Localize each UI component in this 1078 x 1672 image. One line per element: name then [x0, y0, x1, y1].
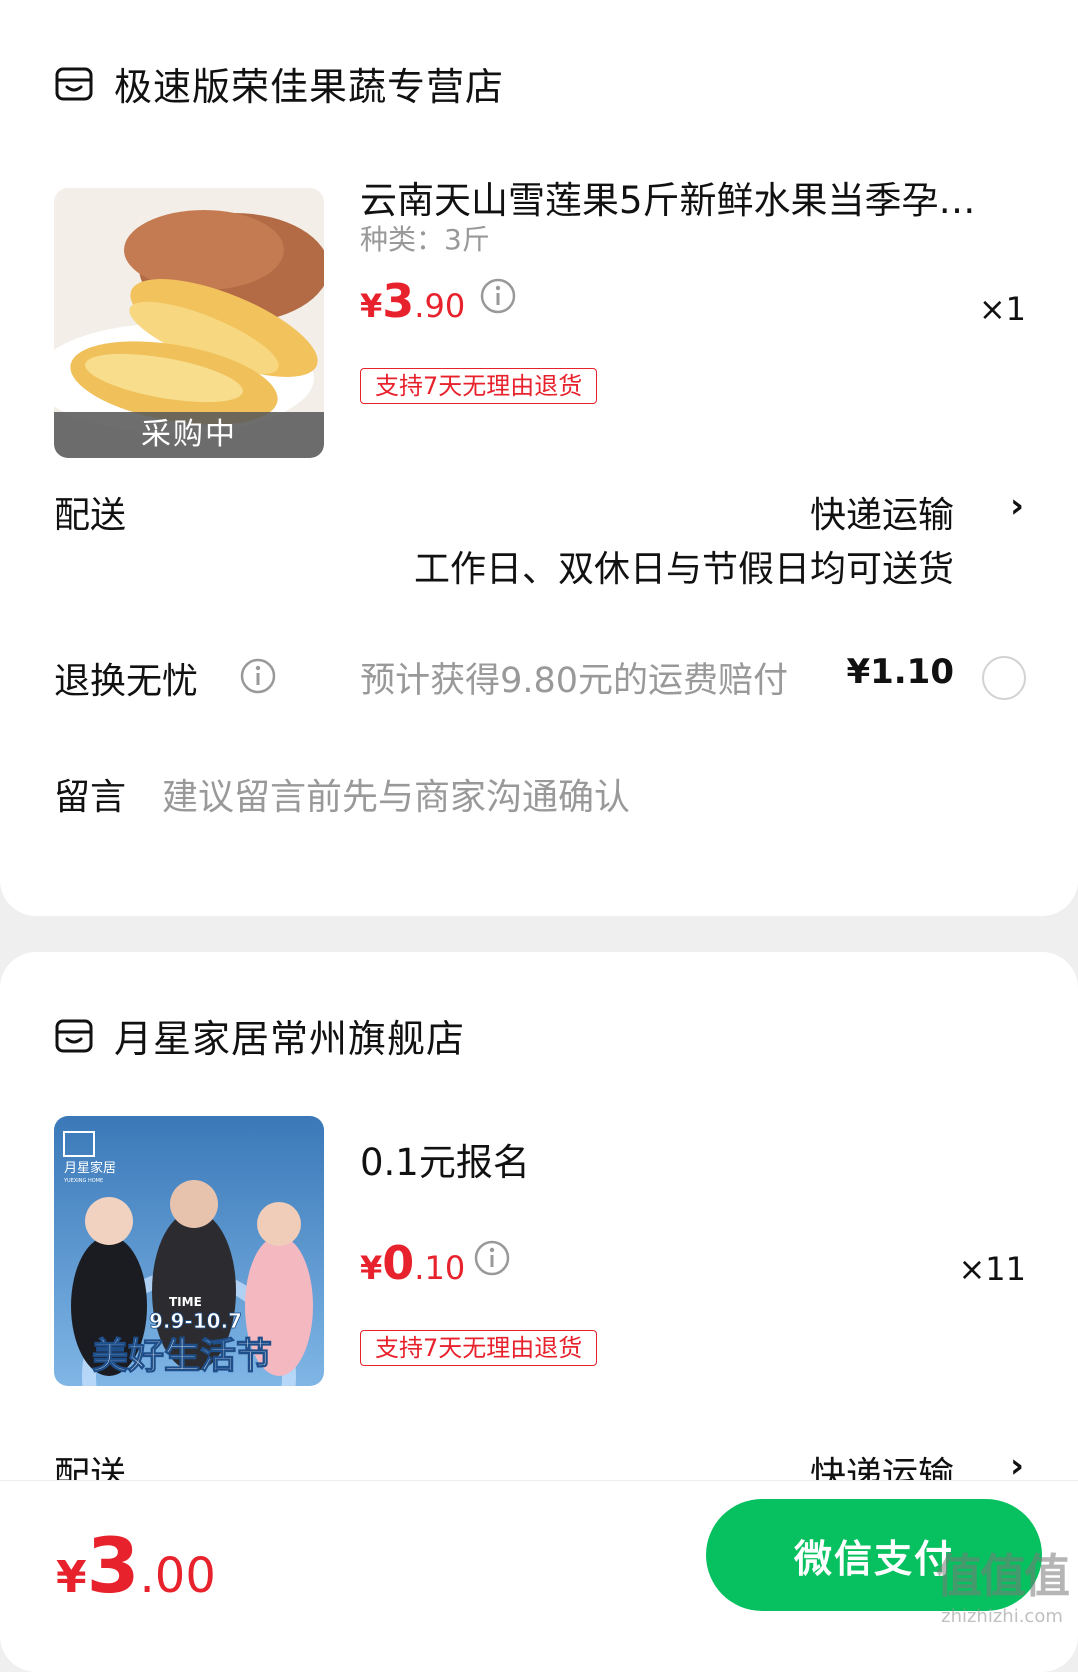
brand-subtext: YUEXING HOME [63, 1178, 103, 1184]
store-icon [55, 1019, 93, 1052]
shop-header[interactable]: 极速版荣佳果蔬专营店 [54, 56, 504, 111]
info-icon[interactable] [474, 1240, 510, 1276]
product-image[interactable]: 月星家居 YUEXING HOME TIME 9.9-10.7 美好生活节 [54, 1116, 324, 1386]
shop-header[interactable]: 月星家居常州旗舰店 [54, 1008, 465, 1063]
product-spec[interactable]: 种类：3斤 [360, 218, 490, 258]
delivery-label: 配送 [54, 495, 127, 536]
checkout-bar: ¥ 3 .00 微信支付 值值值 zhizhizhi.com [0, 1480, 1078, 1635]
price-currency: ¥ [360, 1249, 383, 1287]
message-input[interactable]: 建议留言前先与商家沟通确认 [162, 768, 630, 820]
price-integer: 3 [382, 274, 415, 328]
store-icon [55, 67, 93, 100]
watermark-url: zhizhizhi.com [941, 1606, 1063, 1627]
return-insurance-desc: 预计获得9.80元的运费赔付 [360, 661, 788, 701]
return-insurance-price: ¥1.10 [846, 652, 954, 692]
return-policy-tag: 支持7天无理由退货 [360, 368, 598, 404]
purchasing-badge: 采购中 [54, 412, 324, 458]
date-text: 9.9-10.7 [149, 1309, 242, 1333]
info-icon[interactable] [240, 658, 276, 694]
total-decimal: .00 [139, 1548, 216, 1604]
quantity: ×11 [958, 1250, 1026, 1288]
watermark-logo: 值值值 [936, 1549, 1070, 1603]
product-price: ¥ 3 .90 [360, 274, 465, 328]
shop-name: 月星家居常州旗舰店 [114, 1017, 466, 1061]
chevron-right-icon[interactable]: › [1010, 486, 1024, 526]
watermark: 值值值 zhizhizhi.com [936, 1540, 1070, 1627]
delivery-note: 工作日、双休日与节假日均可送货 [413, 549, 954, 590]
time-text: TIME [169, 1295, 202, 1309]
product-image[interactable]: 采购中 [54, 188, 324, 458]
promo-banner-image: 月星家居 YUEXING HOME TIME 9.9-10.7 美好生活节 [54, 1116, 324, 1386]
shop-name: 极速版荣佳果蔬专营店 [114, 65, 505, 109]
product-price: ¥ 0 .10 [360, 1236, 465, 1290]
message-label: 留言 [54, 777, 127, 818]
return-insurance-label: 退换无忧 [54, 661, 199, 702]
return-policy-tag: 支持7天无理由退货 [360, 1330, 598, 1366]
total-price: ¥ 3 .00 [56, 1521, 216, 1610]
quantity: ×1 [978, 290, 1026, 328]
info-icon[interactable] [480, 278, 516, 314]
product-title[interactable]: 0.1元报名 [360, 1132, 530, 1186]
price-integer: 0 [382, 1236, 415, 1290]
total-currency: ¥ [56, 1552, 87, 1603]
festival-text: 美好生活节 [92, 1336, 272, 1377]
order-card-1: 极速版荣佳果蔬专营店 采购中 云南天山雪莲果5斤新鲜水果当季孕… 种类：3斤 ¥… [0, 0, 1078, 916]
total-integer: 3 [86, 1521, 140, 1610]
delivery-method[interactable]: 快递运输 [810, 486, 954, 538]
price-currency: ¥ [360, 287, 383, 325]
product-title[interactable]: 云南天山雪莲果5斤新鲜水果当季孕… [360, 170, 976, 224]
brand-text: 月星家居 [64, 1160, 116, 1176]
price-decimal: .90 [414, 287, 466, 325]
price-decimal: .10 [414, 1249, 466, 1287]
return-insurance-checkbox[interactable] [982, 656, 1026, 700]
